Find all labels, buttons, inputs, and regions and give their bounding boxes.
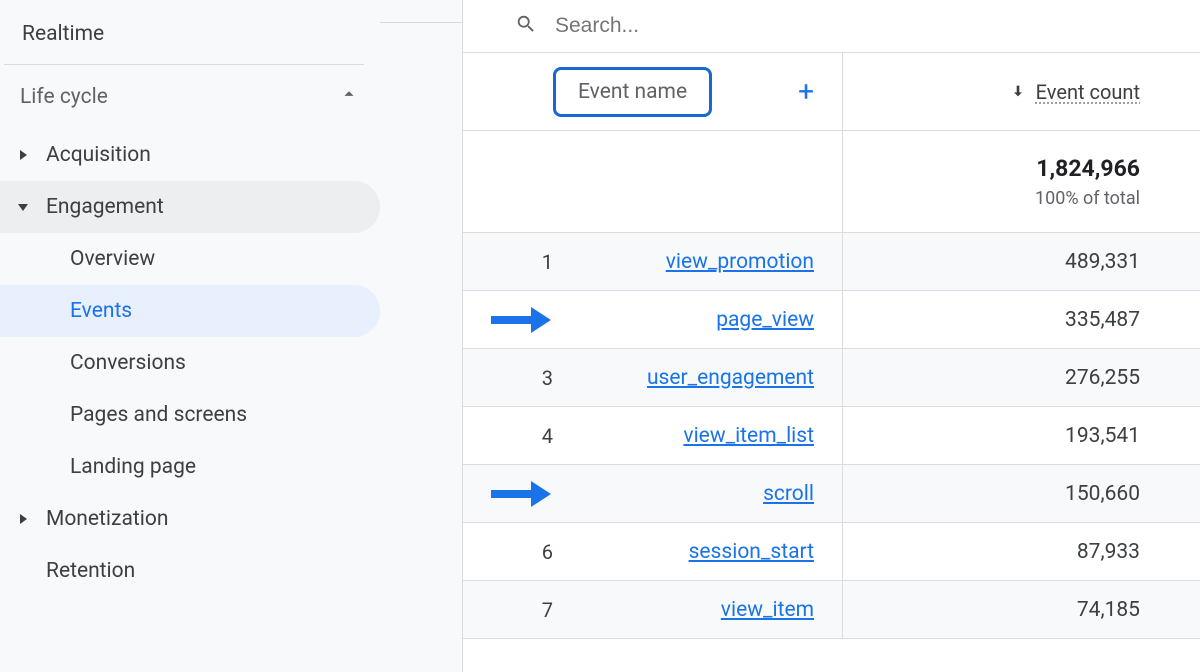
event-link[interactable]: session_start — [689, 540, 814, 564]
table-header: Event name + Event count — [463, 53, 1200, 131]
sidebar-label: Pages and screens — [70, 403, 247, 427]
search-icon — [515, 13, 537, 39]
cell-event-name: page_view — [463, 291, 843, 348]
add-dimension-button[interactable]: + — [798, 78, 814, 106]
sidebar-label: Events — [70, 299, 132, 323]
row-rank: 1 — [503, 250, 553, 274]
sidebar-subitem-overview[interactable]: Overview — [0, 233, 380, 285]
sidebar-subitem-pages-screens[interactable]: Pages and screens — [0, 389, 380, 441]
sidebar-label: Engagement — [46, 195, 164, 219]
sidebar-item-realtime[interactable]: Realtime — [4, 4, 364, 65]
sidebar-subitem-landing-page[interactable]: Landing page — [0, 441, 380, 493]
row-rank: 3 — [503, 366, 553, 390]
cell-event-name: 3 user_engagement — [463, 349, 843, 406]
cell-event-name: 1 view_promotion — [463, 233, 843, 290]
events-table: Event name + Event count 1,824,966 100% … — [463, 53, 1200, 639]
cell-event-count: 489,331 — [843, 250, 1200, 274]
column-header-event-count[interactable]: Event count — [843, 53, 1200, 130]
event-link[interactable]: scroll — [763, 482, 814, 506]
row-rank: 6 — [503, 540, 553, 564]
cell-event-count: 335,487 — [843, 308, 1200, 332]
table-row: scroll 150,660 — [463, 465, 1200, 523]
table-row: 6 session_start 87,933 — [463, 523, 1200, 581]
table-row: 3 user_engagement 276,255 — [463, 349, 1200, 407]
event-count-label: Event count — [1036, 80, 1140, 104]
column-header-event-name[interactable]: Event name + — [463, 53, 843, 130]
sidebar-section-lifecycle[interactable]: Life cycle — [0, 65, 380, 129]
caret-right-icon — [14, 514, 32, 524]
sidebar-label: Acquisition — [46, 143, 151, 167]
totals-row: 1,824,966 100% of total — [463, 131, 1200, 233]
event-link[interactable]: view_promotion — [666, 250, 814, 274]
sidebar-label: Retention — [46, 559, 135, 583]
table-row: 1 view_promotion 489,331 — [463, 233, 1200, 291]
cell-event-name: 7 view_item — [463, 581, 843, 638]
sidebar-label: Conversions — [70, 351, 186, 375]
total-pct: 100% of total — [1035, 188, 1140, 209]
sidebar-item-acquisition[interactable]: Acquisition — [0, 129, 380, 181]
cell-event-count: 150,660 — [843, 482, 1200, 506]
cell-event-count: 87,933 — [843, 540, 1200, 564]
cell-event-count: 74,185 — [843, 598, 1200, 622]
cell-event-name: 6 session_start — [463, 523, 843, 580]
event-link[interactable]: user_engagement — [647, 366, 814, 390]
sidebar-item-engagement[interactable]: Engagement — [0, 181, 380, 233]
sidebar: Realtime Life cycle Acquisition Engageme… — [0, 0, 380, 672]
event-link[interactable]: view_item — [721, 598, 814, 622]
sidebar-item-retention[interactable]: Retention — [0, 545, 380, 597]
event-link[interactable]: view_item_list — [683, 424, 814, 448]
table-row: page_view 335,487 — [463, 291, 1200, 349]
sort-desc-icon — [1010, 80, 1026, 104]
table-row: 7 view_item 74,185 — [463, 581, 1200, 639]
sidebar-label: Monetization — [46, 507, 168, 531]
search-input[interactable] — [515, 14, 1180, 38]
sidebar-item-monetization[interactable]: Monetization — [0, 493, 380, 545]
sidebar-label: Landing page — [70, 455, 196, 479]
chevron-up-icon — [338, 83, 360, 111]
cell-event-count: 193,541 — [843, 424, 1200, 448]
caret-right-icon — [14, 150, 32, 160]
cell-event-count: 276,255 — [843, 366, 1200, 390]
table-row: 4 view_item_list 193,541 — [463, 407, 1200, 465]
sidebar-subitem-events[interactable]: Events — [0, 285, 380, 337]
caret-down-icon — [14, 204, 32, 211]
annotation-arrow-icon — [491, 484, 551, 504]
total-count: 1,824,966 — [1036, 155, 1140, 182]
cell-event-name: scroll — [463, 465, 843, 522]
sidebar-subitem-conversions[interactable]: Conversions — [0, 337, 380, 389]
cell-event-name: 4 view_item_list — [463, 407, 843, 464]
annotation-arrow-icon — [491, 310, 551, 330]
section-title: Life cycle — [20, 85, 108, 109]
row-rank: 4 — [503, 424, 553, 448]
sidebar-label: Overview — [70, 247, 155, 271]
sidebar-subnav-engagement: Overview Events Conversions Pages and sc… — [0, 233, 380, 493]
event-link[interactable]: page_view — [716, 308, 814, 332]
row-rank: 7 — [503, 598, 553, 622]
event-name-label: Event name — [553, 67, 712, 117]
search-bar — [463, 0, 1200, 53]
sidebar-label: Realtime — [22, 22, 104, 46]
main-panel: Event name + Event count 1,824,966 100% … — [462, 0, 1200, 672]
